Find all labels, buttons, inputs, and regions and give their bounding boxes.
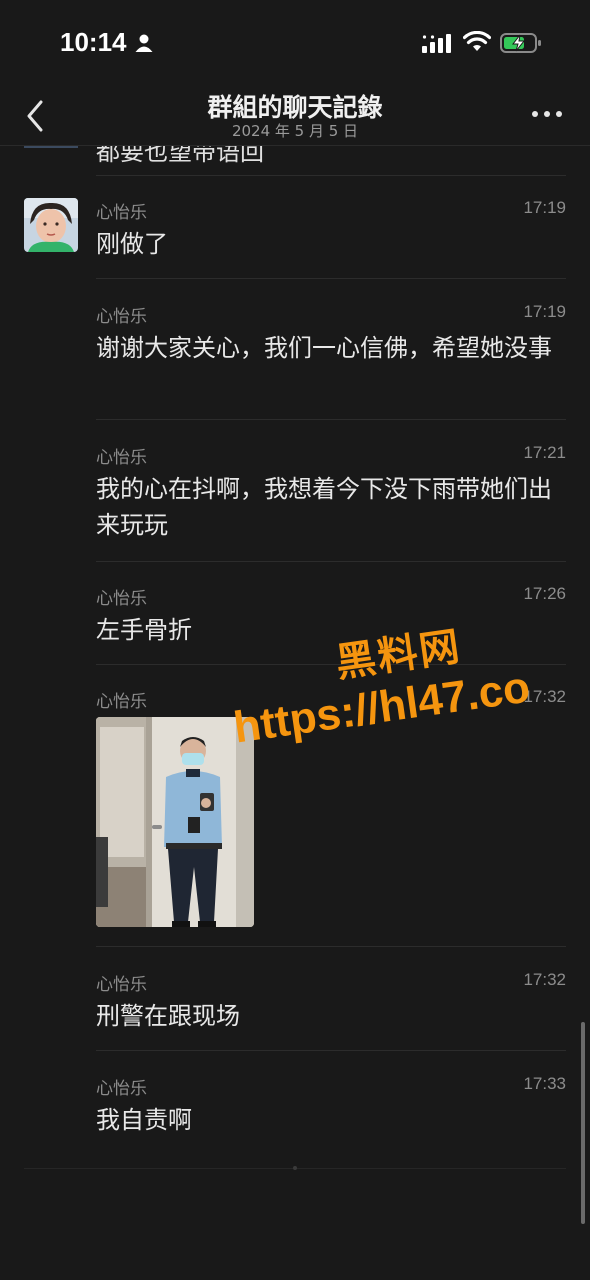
list-end-dot	[293, 1166, 297, 1170]
sender-name: 心怡乐	[96, 975, 147, 995]
status-bar: 10:14	[0, 0, 590, 88]
wifi-icon	[463, 31, 491, 51]
message-time: 17:33	[523, 1074, 566, 1093]
battery-charging-icon	[500, 33, 541, 53]
message-divider	[96, 561, 566, 562]
chat-history-list[interactable]: 都要也望带语回 心怡乐 17:19 刚做了 心怡乐 17:19 谢谢大家关心，我…	[0, 146, 590, 1280]
avatar[interactable]	[24, 198, 78, 252]
message-time: 17:19	[523, 198, 566, 217]
sender-name: 心怡乐	[96, 692, 147, 712]
avatar-photo	[24, 198, 78, 252]
message-text: 刑警在跟现场	[96, 1002, 240, 1030]
message-text: 左手骨折	[96, 616, 192, 644]
cellular-signal-icon	[422, 34, 451, 53]
message-time: 17:26	[523, 584, 566, 603]
message-divider	[96, 1050, 566, 1051]
message-divider	[96, 175, 566, 176]
more-dots-icon	[532, 111, 562, 117]
page-title: 群組的聊天記錄	[207, 93, 383, 122]
message-time: 17:21	[523, 443, 566, 462]
scrollbar[interactable]	[581, 1022, 585, 1224]
message-divider	[96, 946, 566, 947]
message-text: 谢谢大家关心，我们一心信佛，希望她没事	[96, 334, 552, 362]
sender-name: 心怡乐	[96, 307, 147, 327]
status-time: 10:14	[60, 27, 127, 57]
message-text: 刚做了	[96, 230, 168, 258]
navigation-bar: 群組的聊天記錄 2024 年 5 月 5 日	[0, 88, 590, 146]
avatar	[24, 146, 78, 148]
photo-thumbnail	[96, 717, 254, 927]
message-text: 我的心在抖啊，我想着今下没下雨带她们出来玩玩	[96, 475, 552, 539]
message-divider	[96, 278, 566, 279]
sender-name: 心怡乐	[96, 448, 147, 468]
message-divider	[96, 419, 566, 420]
message-time: 17:32	[523, 687, 566, 706]
message-text: 都要也望带语回	[96, 146, 264, 166]
sender-name: 心怡乐	[96, 203, 147, 223]
message-image[interactable]	[96, 717, 254, 927]
sender-name: 心怡乐	[96, 589, 147, 609]
chat-date: 2024 年 5 月 5 日	[231, 122, 359, 140]
message-time: 17:32	[523, 970, 566, 989]
person-icon	[135, 34, 153, 52]
message-text: 我自责啊	[96, 1106, 192, 1134]
message-divider	[96, 664, 566, 665]
message-time: 17:19	[523, 302, 566, 321]
more-options-button[interactable]	[527, 102, 567, 126]
sender-name: 心怡乐	[96, 1079, 147, 1099]
